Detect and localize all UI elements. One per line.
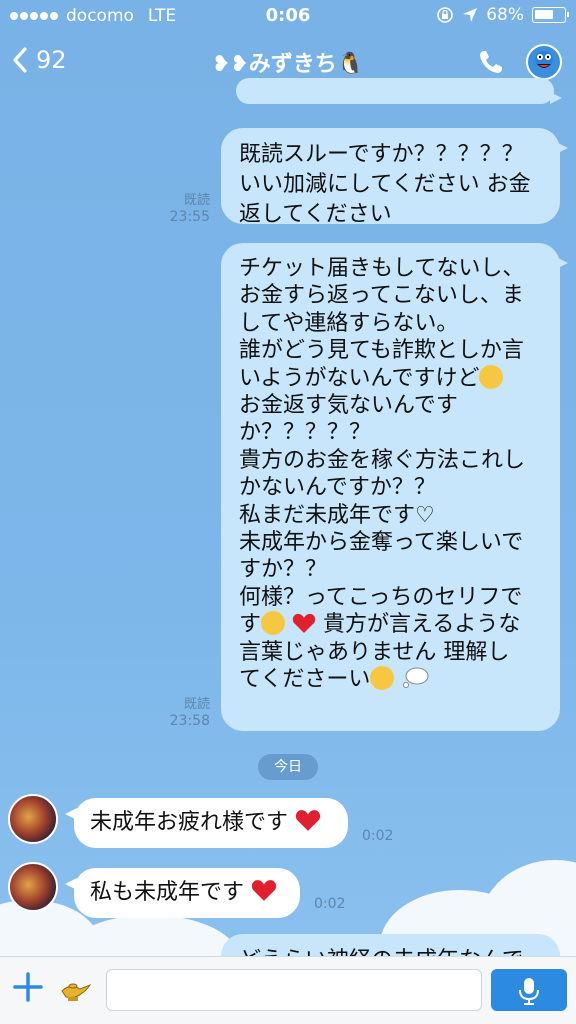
kissing-face-emoji-icon	[370, 666, 395, 691]
laughing-face-emoji-icon	[261, 611, 286, 636]
message-bubble-incoming[interactable]: 未成年お疲れ様です	[65, 798, 348, 848]
message-time: 0:02	[314, 896, 346, 912]
heart-emoji-icon	[251, 880, 277, 901]
read-label: 既読	[183, 697, 210, 712]
phone-icon[interactable]	[478, 49, 504, 75]
message-text: 未成年お疲れ様です	[90, 810, 289, 835]
message-line-with-emoji: てくださーい	[239, 666, 542, 693]
rotation-lock-icon	[437, 7, 454, 23]
heart-emoji-icon	[295, 810, 321, 831]
avatar[interactable]	[8, 862, 58, 912]
message-time: 0:02	[362, 828, 394, 844]
read-label: 既読	[183, 193, 210, 208]
message-time: 23:58	[169, 713, 210, 729]
thought-balloon-emoji-icon	[403, 667, 429, 689]
message-line-with-emoji: いようがないんですけど	[239, 364, 542, 392]
date-separator: 今日	[258, 754, 318, 780]
message-line: 貴方のお金を稼ぐ方法これし	[239, 447, 526, 473]
message-bubble-partial[interactable]	[236, 78, 562, 104]
message-line: 言葉じゃありません 理解し	[239, 639, 510, 665]
message-text: 私も未成年です	[90, 880, 245, 905]
message-line: かないんですか？？	[239, 475, 436, 501]
message-line: か？？？？？	[239, 420, 372, 446]
message-line: チケット届きもしてないし、	[239, 256, 525, 281]
message-line: てくださーい	[239, 667, 371, 693]
message-line: お金返す気ないんです	[239, 393, 458, 419]
microphone-button[interactable]	[491, 969, 567, 1011]
lamp-icon[interactable]	[56, 977, 96, 1007]
read-receipt: 既読 23:55	[150, 192, 210, 226]
message-bubble-outgoing[interactable]: チケット届きもしてないし、 お金すら返ってこないし、ま してや連絡すらない。 誰…	[221, 243, 568, 731]
message-time: 23:55	[169, 209, 210, 225]
status-bar: docomo LTE 0:06 68%	[0, 0, 576, 34]
chat-screen: docomo LTE 0:06 68% 92 ❥❥みずきち🐧 既読 23:55 …	[0, 0, 576, 1024]
heart-emoji-icon	[292, 614, 316, 634]
header-actions	[478, 44, 562, 80]
read-receipt: 既読 23:58	[150, 696, 210, 730]
message-line: 貴方が言えるような	[316, 612, 521, 638]
genie-icon[interactable]	[526, 44, 562, 80]
message-line: 既読スルーですか？？？？？	[239, 142, 524, 167]
microphone-icon	[519, 978, 539, 1005]
message-line: 誰がどう見ても詐欺としか言	[239, 338, 524, 364]
message-line: 何様？ってこっちのセリフで	[239, 584, 523, 610]
message-line: してや連絡すらない。	[239, 310, 459, 336]
avatar[interactable]	[8, 794, 58, 844]
message-line: すか？？	[239, 557, 328, 583]
message-input-bar	[0, 956, 576, 1024]
battery-percent: 68%	[486, 5, 524, 25]
message-line: 未成年から金奪って楽しいで	[239, 530, 524, 556]
status-bar-right: 68%	[436, 5, 569, 25]
message-line: いい加減にしてください お金	[239, 172, 531, 197]
message-bubble-incoming[interactable]: 私も未成年です	[65, 868, 300, 918]
message-line: いようがないんですけど	[239, 365, 480, 391]
message-line: 返してください	[239, 202, 392, 227]
message-bubble-outgoing[interactable]: 既読スルーですか？？？？？ いい加減にしてください お金 返してください	[221, 128, 568, 227]
message-line: お金すら返ってこないし、ま	[239, 283, 524, 309]
battery-fill	[535, 10, 553, 19]
location-arrow-icon	[463, 8, 478, 22]
message-line: す	[239, 612, 262, 638]
message-input[interactable]	[106, 969, 482, 1011]
message-list[interactable]: 既読 23:55 既読スルーですか？？？？？ いい加減にしてください お金 返し…	[0, 78, 576, 994]
message-line: 私まだ未成年です♡	[239, 502, 435, 528]
plus-icon[interactable]	[12, 971, 44, 1010]
message-line-with-emoji: す 貴方が言えるような	[239, 611, 542, 638]
thinking-face-emoji-icon	[479, 364, 504, 389]
battery-icon	[532, 7, 569, 23]
